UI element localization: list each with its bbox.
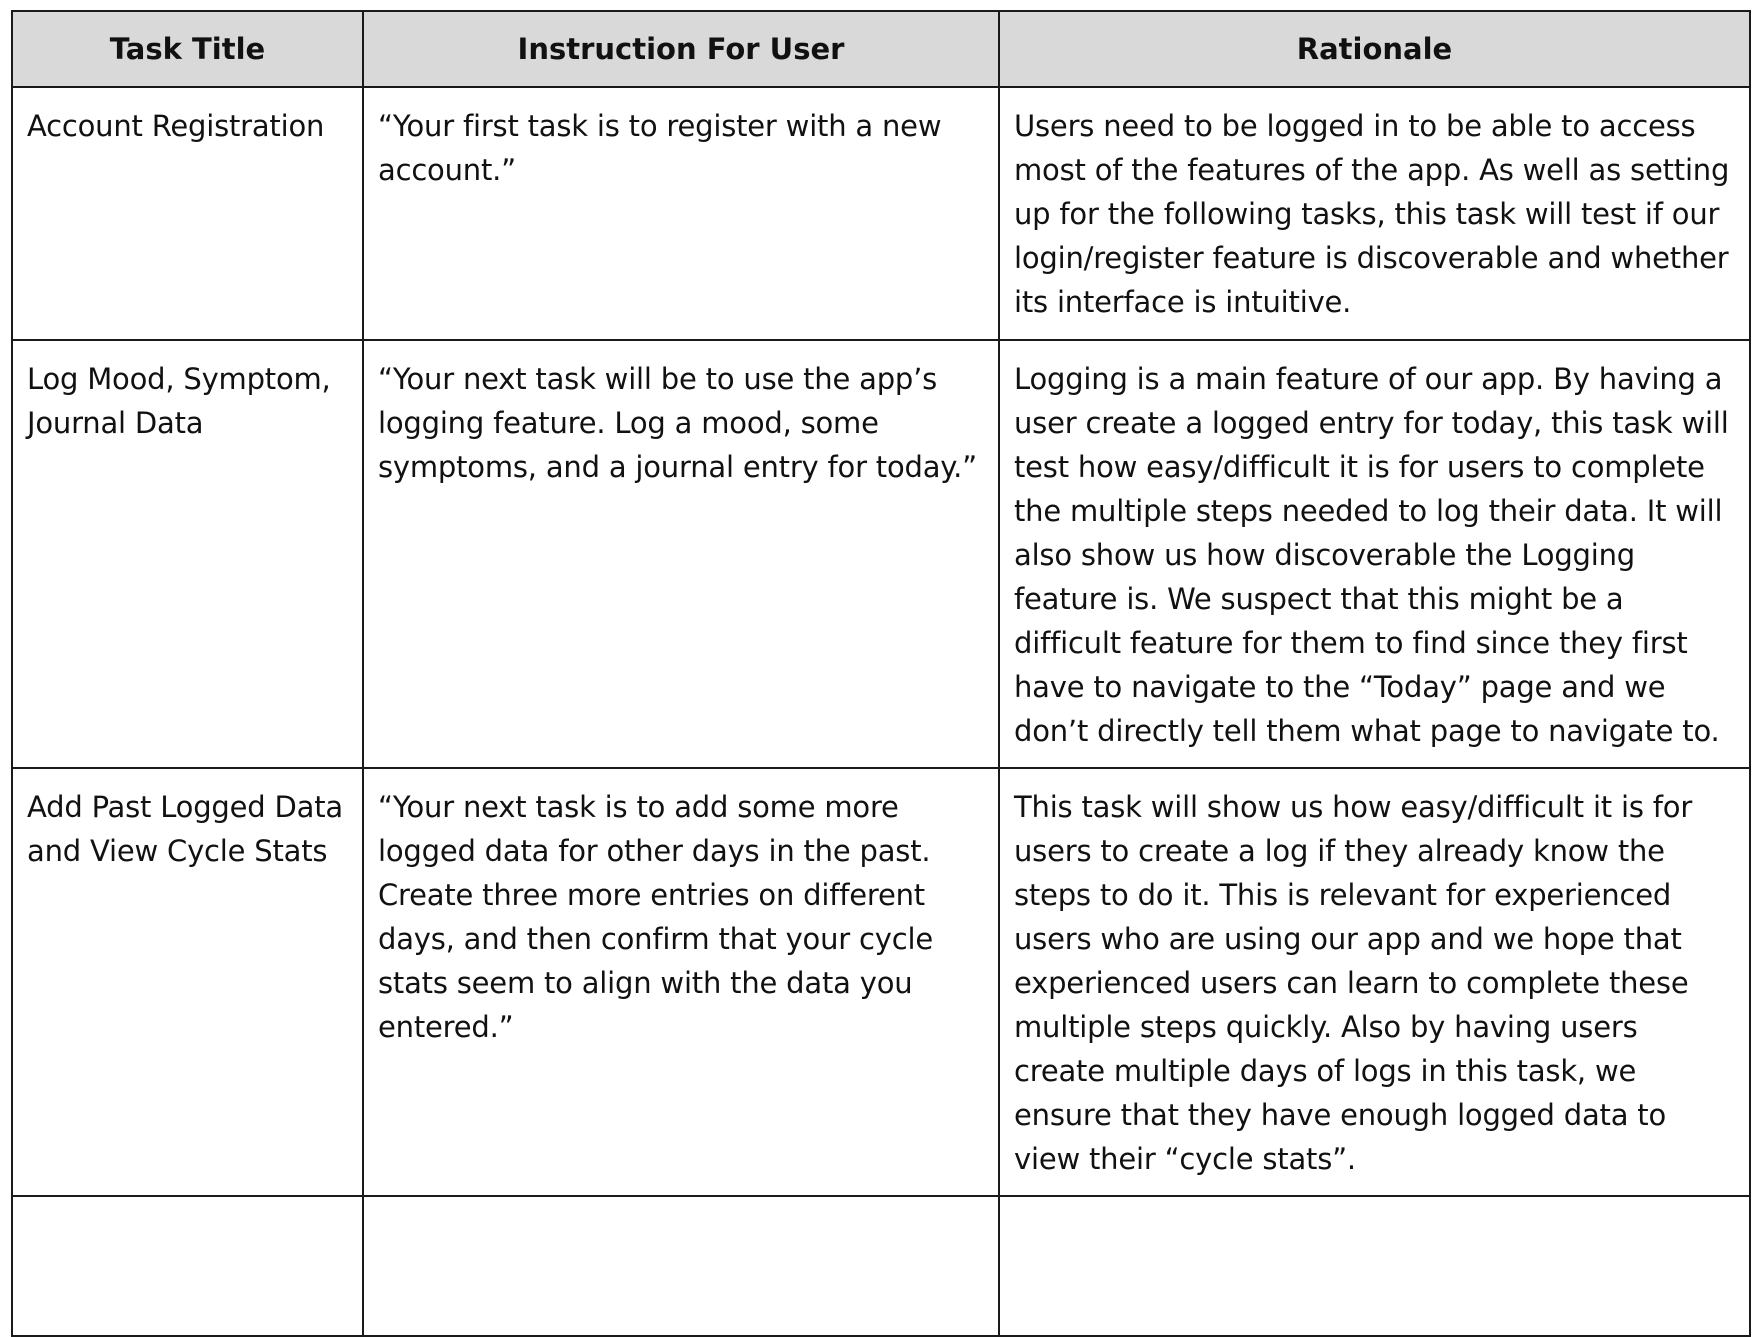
table-row: Log Mood, Symptom, Journal Data “Your ne… xyxy=(11,339,1751,769)
task-title-cell: Account Registration xyxy=(11,86,364,341)
rationale-cell xyxy=(998,1195,1751,1337)
header-instruction-for-user: Instruction For User xyxy=(362,10,1000,88)
task-title-cell: Add Past Logged Data and View Cycle Stat… xyxy=(11,767,364,1197)
rationale-cell: Logging is a main feature of our app. By… xyxy=(998,339,1751,769)
rationale-cell: This task will show us how easy/difficul… xyxy=(998,767,1751,1197)
instruction-cell: “Your next task is to add some more logg… xyxy=(362,767,1000,1197)
rationale-cell: Users need to be logged in to be able to… xyxy=(998,86,1751,341)
instruction-cell xyxy=(362,1195,1000,1337)
task-title-cell: Log Mood, Symptom, Journal Data xyxy=(11,339,364,769)
table-row: Add Past Logged Data and View Cycle Stat… xyxy=(11,767,1751,1197)
task-title-cell xyxy=(11,1195,364,1337)
header-task-title: Task Title xyxy=(11,10,364,88)
instruction-cell: “Your next task will be to use the app’s… xyxy=(362,339,1000,769)
table-row: Account Registration “Your first task is… xyxy=(11,86,1751,341)
header-rationale: Rationale xyxy=(998,10,1751,88)
usability-task-table: Task Title Instruction For User Rational… xyxy=(11,10,1751,1337)
instruction-cell: “Your first task is to register with a n… xyxy=(362,86,1000,341)
table-header-row: Task Title Instruction For User Rational… xyxy=(11,10,1751,88)
table-row xyxy=(11,1195,1751,1337)
